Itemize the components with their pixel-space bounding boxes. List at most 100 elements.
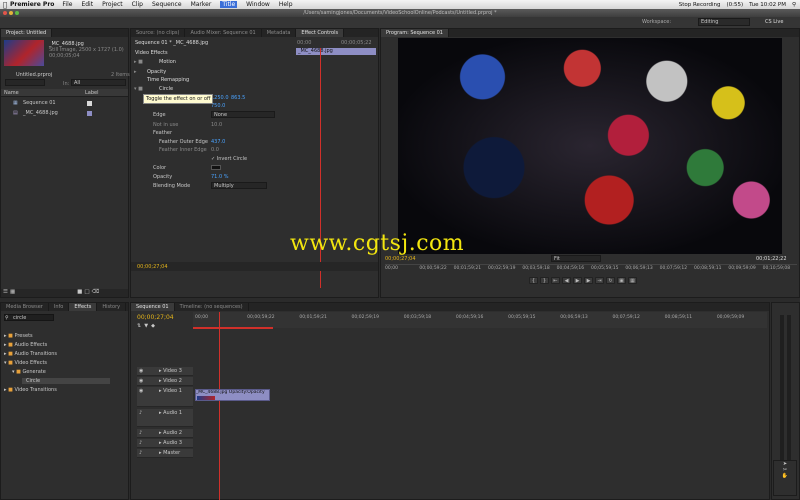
tab-metadata[interactable]: Metadata [262,29,297,37]
tree-presets[interactable]: ▸ ■ Presets [4,333,33,339]
search-icon[interactable]: ⚲ [792,2,796,8]
loop-icon[interactable]: ↻ [606,277,615,284]
opacity-twirl[interactable]: ▸ [134,69,137,75]
tab-timeline-none[interactable]: Timeline: (no sequences) [175,303,249,311]
clock[interactable]: Tue 10:02 PM [749,2,786,8]
menu-file[interactable]: File [62,1,72,8]
keyframe-icon[interactable]: ◆ [151,323,155,329]
menu-project[interactable]: Project [102,1,123,8]
tab-audio-mixer[interactable]: Audio Mixer: Sequence 01 [185,29,262,37]
menu-help[interactable]: Help [279,1,293,8]
timeline-clip[interactable]: _MC_4688.jpg Opacity:Opacity [195,389,270,401]
icon-view-icon[interactable]: ▦ [10,289,15,297]
minimize-icon[interactable] [9,11,13,15]
track-header[interactable]: ♪ ▸ Audio 1 [137,409,193,427]
work-area-bar[interactable] [193,327,273,329]
tree-audio-transitions[interactable]: ▸ ■ Audio Transitions [4,351,57,357]
speaker-icon[interactable]: ♪ [139,450,142,456]
tab-history[interactable]: History [97,303,127,311]
fit-select[interactable]: Fit [551,255,601,262]
mark-out-icon[interactable]: } [540,277,549,284]
list-view-icon[interactable]: ☰ [3,289,8,297]
track-header[interactable]: ◉ ▸ Video 1 [137,387,193,407]
menu-edit[interactable]: Edit [81,1,93,8]
hand-tool-icon[interactable]: ✋ [774,473,796,479]
mini-clip[interactable]: _MC_4688.jpg [296,48,376,55]
track-header[interactable]: ◉ ▸ Video 3 [137,367,193,376]
eye-icon[interactable]: ◉ [139,388,143,394]
cs-live-button[interactable]: CS Live [765,19,783,25]
timeline-ruler[interactable]: 00;00 00;00;59;22 00;01;59;21 00;02;59;19 00… [193,312,767,328]
tab-source[interactable]: Source: (no clips) [131,29,186,37]
blending-select[interactable]: Multiply [211,182,267,189]
tab-info[interactable]: Info [49,303,70,311]
tab-effects[interactable]: Effects [69,303,98,311]
track-header[interactable]: ◉ ▸ Video 2 [137,377,193,386]
speaker-icon[interactable]: ♪ [139,430,142,436]
center-x-value[interactable]: 1250.0 [211,95,229,101]
mark-in-icon[interactable]: { [529,277,538,284]
snap-icon[interactable]: ⇅ [137,323,141,329]
menu-window[interactable]: Window [246,1,270,8]
eye-icon[interactable]: ◉ [139,368,143,374]
step-back-icon[interactable]: ◀ [562,277,571,284]
motion-twirl[interactable]: ▸ ■ [134,59,143,65]
tree-video-effects[interactable]: ▾ ■ Video Effects [4,360,47,366]
app-menu[interactable]: Premiere Pro [10,1,54,8]
workspace-select[interactable]: Editing [698,18,750,26]
step-forward-icon[interactable]: ▶ [584,277,593,284]
battery-status[interactable]: (0:55) [727,2,744,8]
invert-circle-checkbox[interactable]: ✓ Invert Circle [211,156,247,162]
tab-program[interactable]: Program: Sequence 01 [381,29,449,37]
track-header[interactable]: ♪ ▸ Audio 3 [137,439,193,448]
stop-recording-button[interactable]: Stop Recording [679,2,721,8]
program-current-timecode[interactable]: 00;00;27;04 [385,256,416,262]
zoom-icon[interactable] [15,11,19,15]
speaker-icon[interactable]: ♪ [139,410,142,416]
opacity-value[interactable]: 71.0 % [211,174,228,180]
color-swatch[interactable] [211,165,221,170]
list-item[interactable]: ▦ Sequence 01 [1,99,128,108]
tree-generate[interactable]: ▾ ■ Generate [12,369,46,375]
tree-circle[interactable]: Circle [22,378,111,384]
tab-sequence-01[interactable]: Sequence 01 [131,303,175,311]
timeline-timecode[interactable]: 00;00;27;04 [137,314,174,321]
play-icon[interactable]: ▶ [573,277,582,284]
tab-effect-controls[interactable]: Effect Controls [296,29,345,37]
go-to-in-icon[interactable]: ⇤ [551,277,560,284]
center-y-value[interactable]: 863.5 [231,95,245,101]
menu-marker[interactable]: Marker [191,1,212,8]
project-search-input[interactable] [5,79,45,86]
close-icon[interactable] [3,11,7,15]
tab-media-browser[interactable]: Media Browser [1,303,49,311]
marker-icon[interactable]: ▼ [144,323,148,329]
list-item[interactable]: ▤ _MC_4688.jpg [1,109,128,118]
feather-inner-value[interactable]: 0.0 [211,147,219,153]
go-to-out-icon[interactable]: ⇥ [595,277,604,284]
feather-outer-value[interactable]: 437.0 [211,139,225,145]
circle-twirl[interactable]: ▾ ■ [134,86,143,92]
effects-search-input[interactable]: circle [4,314,54,321]
track-header[interactable]: ♪ ▸ Master [137,449,193,458]
new-bin-icon[interactable]: ■ [77,289,82,297]
menu-title[interactable]: Title [220,1,238,8]
speaker-icon[interactable]: ♪ [139,440,142,446]
edge-select[interactable]: None [211,111,275,118]
tree-video-transitions[interactable]: ▸ ■ Video Transitions [4,387,57,393]
tab-project[interactable]: Project: Untitled [1,29,53,37]
trash-icon[interactable]: ⌫ [92,289,100,297]
col-name[interactable]: Name [4,90,19,96]
eye-icon[interactable]: ◉ [139,378,143,384]
new-item-icon[interactable]: □ [84,289,89,297]
safe-margins-icon[interactable]: ▣ [617,277,626,284]
tree-audio-effects[interactable]: ▸ ■ Audio Effects [4,342,47,348]
program-ruler[interactable]: 00;00 00;00;59;22 00;01;59;21 00;02;59;19 00… [385,264,797,274]
col-label[interactable]: Label [85,90,99,96]
in-select[interactable]: All [71,79,126,86]
menu-sequence[interactable]: Sequence [152,1,182,8]
output-icon[interactable]: ▦ [628,277,637,284]
apple-icon[interactable]:  [0,1,10,9]
program-video-frame[interactable] [398,38,782,254]
timeline-playhead[interactable] [219,312,220,500]
ec-footer-timecode[interactable]: 00;00;27;04 [137,264,168,270]
